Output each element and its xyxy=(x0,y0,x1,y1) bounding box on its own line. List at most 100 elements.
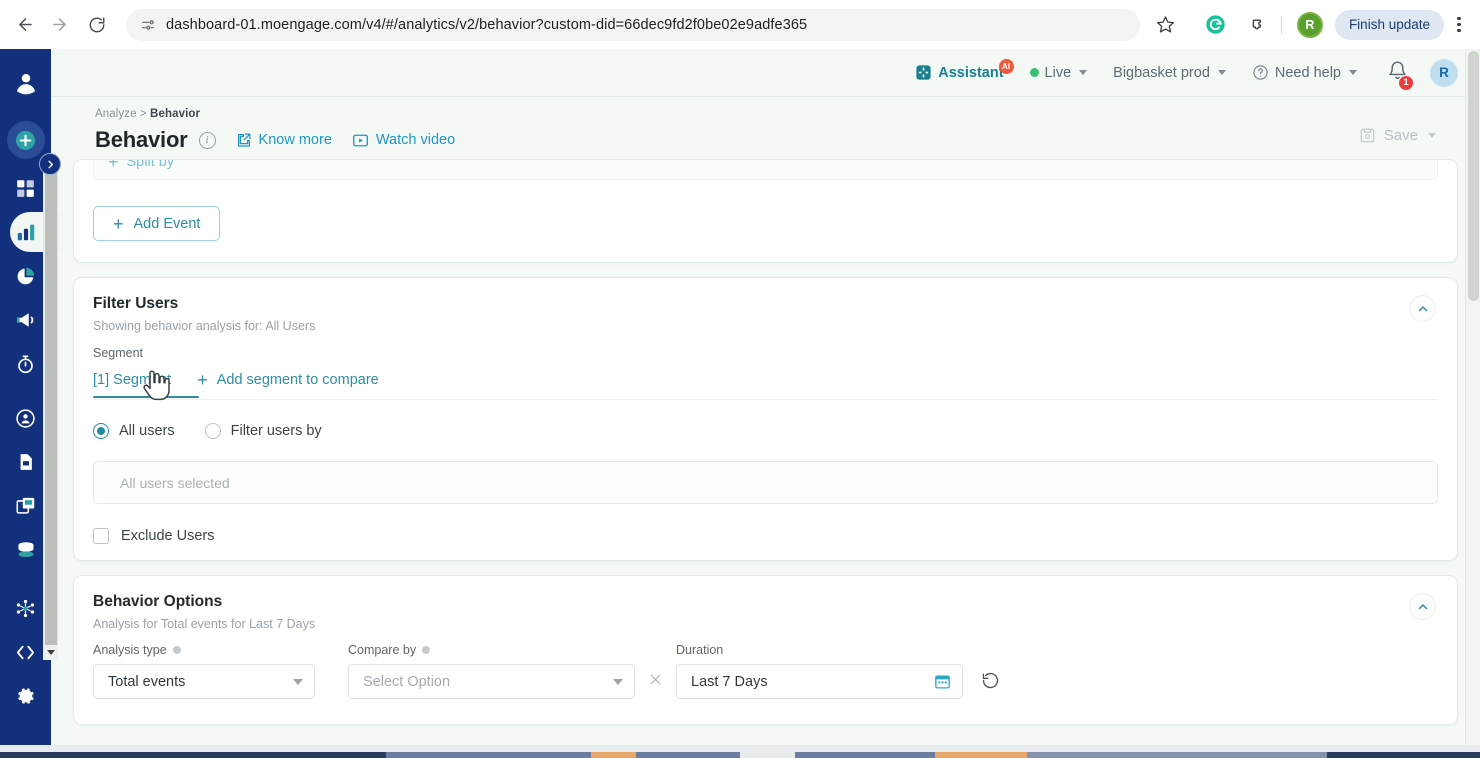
notification-count-badge: 1 xyxy=(1398,74,1414,91)
add-event-button[interactable]: + Add Event xyxy=(93,206,221,241)
radio-filter-users-by-input[interactable] xyxy=(204,423,221,439)
sidebar-item-developer[interactable] xyxy=(4,630,48,674)
behavior-options-header: Behavior Options Analysis for Total even… xyxy=(74,576,1457,631)
save-button[interactable]: Save xyxy=(1359,127,1436,144)
sidebar-item-account-avatar[interactable] xyxy=(4,60,48,104)
need-help-menu[interactable]: Need help xyxy=(1252,64,1357,81)
url-text: dashboard-01.moengage.com/v4/#/analytics… xyxy=(166,16,808,33)
sidebar-item-insights[interactable] xyxy=(4,254,48,298)
split-by-row[interactable]: + Split by xyxy=(93,159,1438,180)
assistant-label: Assistant xyxy=(938,64,1004,81)
database-icon xyxy=(17,542,34,558)
sidebar-item-users[interactable] xyxy=(4,396,48,440)
notifications-button[interactable]: 1 xyxy=(1387,60,1414,91)
inner-scrollbar-thumb[interactable] xyxy=(45,159,57,657)
workspace-selector[interactable]: Bigbasket prod xyxy=(1113,65,1226,81)
browser-actions: R Finish update xyxy=(1150,9,1480,41)
pie-chart-icon xyxy=(17,267,35,284)
add-segment-to-compare-button[interactable]: + Add segment to compare xyxy=(197,371,379,399)
compare-by-select[interactable]: Select Option xyxy=(348,664,635,699)
behavior-options-subtitle: Analysis for Total events for Last 7 Day… xyxy=(93,617,316,631)
clear-compare-by-button[interactable] xyxy=(648,672,663,690)
sidebar-item-campaigns[interactable] xyxy=(4,298,48,342)
sidebar-item-data[interactable] xyxy=(4,528,48,572)
sidebar-item-templates[interactable] xyxy=(4,484,48,528)
assistant-badge: AI xyxy=(998,59,1014,74)
forward-arrow-icon[interactable] xyxy=(42,8,76,42)
bar-chart-icon xyxy=(17,224,34,241)
info-circle-icon[interactable]: i xyxy=(198,131,216,149)
exclude-users-checkbox[interactable] xyxy=(93,528,109,544)
star-icon[interactable] xyxy=(1150,9,1182,41)
sidebar-item-integrations[interactable] xyxy=(4,586,48,630)
segment-label: Segment xyxy=(93,346,144,360)
duration-input[interactable]: Last 7 Days xyxy=(676,664,963,699)
live-label: Live xyxy=(1044,64,1072,81)
page-viewport: Assistant AI Live Bigbasket prod Need he… xyxy=(0,49,1480,758)
breadcrumb-root[interactable]: Analyze xyxy=(95,108,137,120)
grammarly-extension-icon[interactable] xyxy=(1200,9,1232,41)
duration-label-row: Duration xyxy=(676,643,963,657)
site-settings-icon[interactable] xyxy=(140,17,156,33)
breadcrumb-separator: > xyxy=(139,108,147,120)
events-card: + Split by + Add Event xyxy=(73,159,1458,263)
user-avatar[interactable]: R xyxy=(1430,58,1458,87)
radio-all-users-label: All users xyxy=(119,423,175,439)
browser-toolbar: dashboard-01.moengage.com/v4/#/analytics… xyxy=(0,0,1480,49)
reset-refresh-icon xyxy=(982,672,999,689)
video-play-icon xyxy=(352,132,369,149)
chevron-down-icon[interactable] xyxy=(1428,133,1436,138)
mouse-cursor-pointer xyxy=(143,370,170,401)
app-header: Assistant AI Live Bigbasket prod Need he… xyxy=(51,49,1480,97)
exclude-users-row[interactable]: Exclude Users xyxy=(93,528,1457,544)
document-icon xyxy=(20,454,32,470)
sidebar-item-dashboard[interactable] xyxy=(4,166,48,210)
reload-icon[interactable] xyxy=(80,8,114,42)
three-dot-menu-icon[interactable] xyxy=(1446,16,1472,33)
reset-duration-button[interactable] xyxy=(981,671,1000,695)
page-scrollbar-thumb[interactable] xyxy=(1468,51,1479,301)
address-bar[interactable]: dashboard-01.moengage.com/v4/#/analytics… xyxy=(126,8,1140,41)
radio-filter-users-by[interactable]: Filter users by xyxy=(204,423,322,439)
duration-value: Last 7 Days xyxy=(691,673,768,690)
back-arrow-icon[interactable] xyxy=(8,8,42,42)
assistant-button[interactable]: Assistant AI xyxy=(915,59,1014,81)
sidebar-item-settings[interactable] xyxy=(4,674,48,718)
filter-users-collapse-button[interactable] xyxy=(1409,295,1436,322)
exclude-users-label: Exclude Users xyxy=(121,528,215,544)
sidebar-expand-button[interactable] xyxy=(39,153,61,175)
behavior-options-collapse-button[interactable] xyxy=(1409,593,1436,620)
sidebar-item-automation[interactable] xyxy=(4,342,48,386)
inner-scrollbar[interactable] xyxy=(43,159,58,659)
plus-circle-icon xyxy=(15,130,36,150)
behavior-options-controls: Analysis type Total events Compare by Se… xyxy=(93,643,1457,699)
question-circle-icon xyxy=(1252,64,1269,81)
split-by-plus-icon: + xyxy=(108,159,119,172)
breadcrumb: Analyze > Behavior xyxy=(95,108,1480,120)
chevron-down-icon xyxy=(1217,70,1226,75)
info-dot-icon[interactable] xyxy=(172,646,181,654)
page-scrollbar[interactable] xyxy=(1465,49,1480,745)
analysis-type-group: Analysis type Total events xyxy=(93,643,315,699)
know-more-link[interactable]: Know more xyxy=(236,132,332,148)
live-status-dot xyxy=(1029,68,1039,77)
sidebar-item-content[interactable] xyxy=(4,440,48,484)
radio-all-users-input[interactable] xyxy=(93,423,109,439)
calendar-icon[interactable] xyxy=(934,673,951,690)
info-dot-icon[interactable] xyxy=(422,646,431,654)
compare-by-label-row: Compare by xyxy=(348,643,635,657)
extensions-puzzle-icon[interactable] xyxy=(1240,9,1272,41)
watch-video-link[interactable]: Watch video xyxy=(352,132,455,149)
chrome-profile-avatar[interactable]: R xyxy=(1296,11,1323,38)
sidebar-item-create-new[interactable] xyxy=(4,118,48,162)
finish-update-button[interactable]: Finish update xyxy=(1334,9,1444,40)
radio-all-users[interactable]: All users xyxy=(93,423,175,439)
analysis-type-select[interactable]: Total events xyxy=(93,664,315,699)
inner-scrollbar-down-arrow[interactable] xyxy=(43,645,58,660)
floppy-disk-icon xyxy=(1359,127,1376,144)
sidebar-item-analytics[interactable] xyxy=(4,210,64,254)
gear-icon xyxy=(17,688,34,704)
live-mode-selector[interactable]: Live xyxy=(1029,64,1088,81)
megaphone-icon xyxy=(16,313,33,327)
selected-users-field[interactable]: All users selected xyxy=(93,461,1438,504)
